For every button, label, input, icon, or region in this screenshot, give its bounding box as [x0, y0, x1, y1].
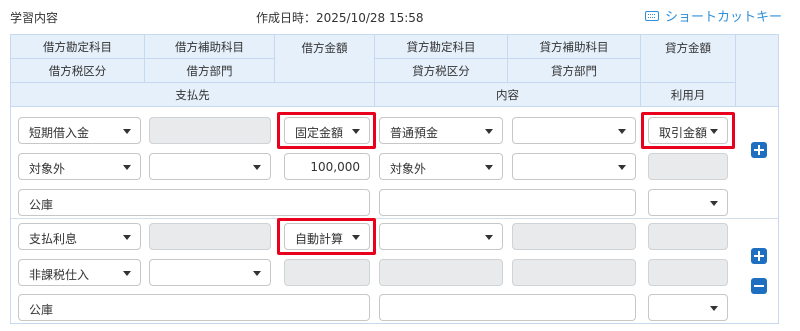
highlight-box — [277, 218, 376, 255]
page-title: 学習内容 — [10, 11, 59, 25]
chevron-down-icon — [618, 129, 626, 134]
debit-department-select[interactable] — [149, 153, 271, 180]
header-debit-amount: 借方金額 — [275, 35, 375, 83]
chevron-down-icon — [485, 129, 493, 134]
credit-account-select-2[interactable] — [379, 223, 503, 250]
chevron-down-icon — [253, 165, 261, 170]
top-bar: 学習内容 作成日時：2025/10/28 15:58 ショートカットキー — [0, 0, 800, 32]
chevron-down-icon — [123, 271, 131, 276]
debit-amount-input-2 — [284, 259, 370, 286]
header-credit-department: 貸方部門 — [508, 59, 641, 83]
chevron-down-icon — [123, 165, 131, 170]
keyboard-icon — [644, 10, 659, 21]
debit-sub-account-select-2 — [149, 223, 271, 250]
credit-department-select[interactable] — [512, 153, 636, 180]
description-input[interactable] — [379, 189, 636, 216]
credit-tax-select[interactable]: 対象外 — [379, 153, 503, 180]
add-row-button[interactable] — [751, 142, 767, 158]
usage-month-select-2[interactable] — [648, 294, 728, 321]
minus-icon — [754, 285, 764, 287]
header-debit-department: 借方部門 — [145, 59, 275, 83]
credit-tax-select-2 — [379, 259, 503, 286]
chevron-down-icon — [710, 201, 718, 206]
credit-amount-input — [648, 153, 728, 180]
header-actions — [736, 35, 778, 107]
chevron-down-icon — [485, 235, 493, 240]
debit-account-select[interactable]: 短期借入金 — [18, 117, 141, 144]
credit-sub-account-select-2 — [512, 223, 636, 250]
shortcut-key-label: ショートカットキー — [664, 10, 782, 25]
debit-account-select-2[interactable]: 支払利息 — [18, 223, 141, 250]
header-debit-account: 借方勘定科目 — [11, 35, 145, 59]
highlight-box — [277, 112, 376, 149]
header-usage-month: 利用月 — [641, 83, 736, 107]
debit-amount-input[interactable]: 100,000 — [284, 153, 370, 180]
credit-sub-account-select[interactable] — [512, 117, 636, 144]
shortcut-key-link[interactable]: ショートカットキー — [644, 6, 782, 25]
header-credit-tax: 貸方税区分 — [375, 59, 508, 83]
chevron-down-icon — [485, 165, 493, 170]
credit-amount-input-2b — [648, 259, 728, 286]
header-credit-amount: 貸方金額 — [641, 35, 736, 83]
debit-department-select-2[interactable] — [149, 259, 271, 286]
header-debit-sub-account: 借方補助科目 — [145, 35, 275, 59]
chevron-down-icon — [123, 235, 131, 240]
chevron-down-icon — [123, 129, 131, 134]
debit-tax-select-2[interactable]: 非課税仕入 — [18, 259, 141, 286]
chevron-down-icon — [618, 165, 626, 170]
header-payee: 支払先 — [11, 83, 375, 107]
add-row-button-2[interactable] — [751, 248, 767, 264]
payee-input[interactable]: 公庫 — [18, 189, 370, 216]
journal-grid: 借方勘定科目 借方補助科目 借方金額 貸方勘定科目 貸方補助科目 貸方金額 借方… — [10, 34, 779, 324]
credit-account-select[interactable]: 普通預金 — [379, 117, 503, 144]
credit-department-select-2 — [512, 259, 636, 286]
header-description: 内容 — [375, 83, 641, 107]
created-datetime: 作成日時：2025/10/28 15:58 — [256, 11, 424, 25]
row-divider — [11, 218, 778, 219]
description-input-2[interactable] — [379, 294, 636, 321]
debit-sub-account-select — [149, 117, 271, 144]
chevron-down-icon — [253, 271, 261, 276]
usage-month-select[interactable] — [648, 189, 728, 216]
highlight-box — [641, 112, 735, 149]
credit-amount-input-2 — [648, 223, 728, 250]
chevron-down-icon — [710, 306, 718, 311]
header-credit-sub-account: 貸方補助科目 — [508, 35, 641, 59]
remove-row-button[interactable] — [751, 278, 767, 294]
header-debit-tax: 借方税区分 — [11, 59, 145, 83]
debit-tax-select[interactable]: 対象外 — [18, 153, 141, 180]
payee-input-2[interactable]: 公庫 — [18, 294, 370, 321]
header-credit-account: 貸方勘定科目 — [375, 35, 508, 59]
